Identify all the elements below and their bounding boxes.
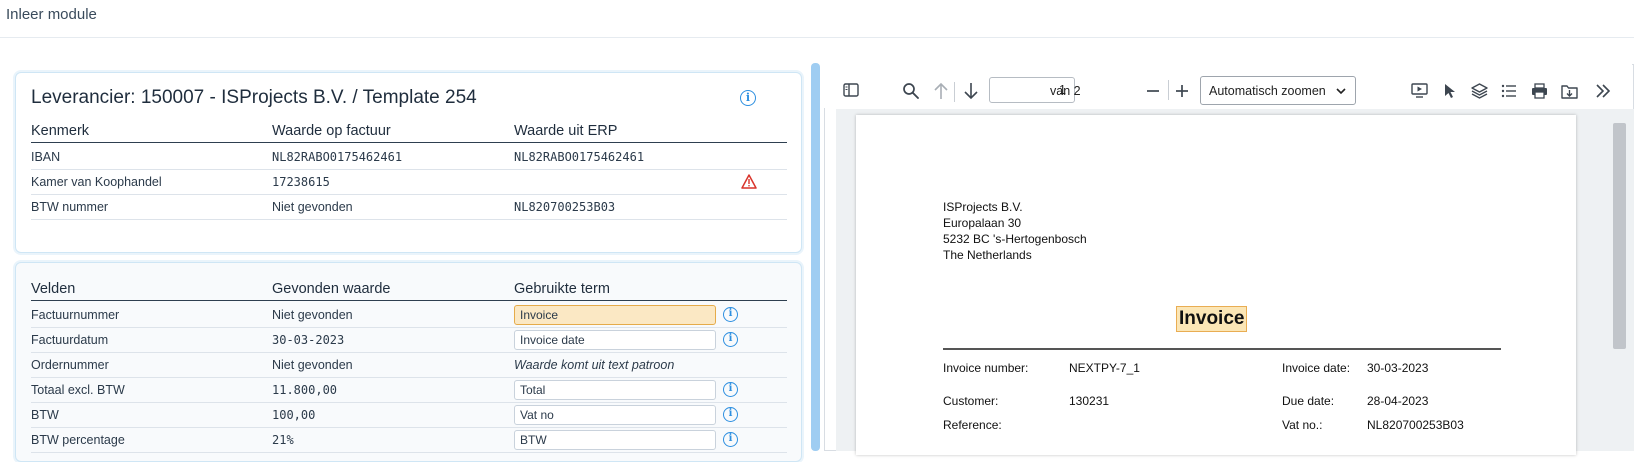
veld-cell: Ordernummer xyxy=(31,358,109,372)
address-line: Europalaan 30 xyxy=(943,216,1022,230)
invoice-field-label: Vat no.: xyxy=(1282,418,1323,432)
zoom-select-value: Automatisch zoomen xyxy=(1209,84,1326,98)
invoice-field-value: NL820700253B03 xyxy=(1367,418,1464,432)
factuur-cell: NL82RABO0175462461 xyxy=(272,150,403,164)
table-row: Totaal excl. BTW 11.800,00 Total i xyxy=(31,378,787,403)
invoice-field-label: Customer: xyxy=(943,394,999,408)
term-input[interactable]: Invoice xyxy=(514,305,716,325)
address-line: ISProjects B.V. xyxy=(943,200,1023,214)
search-icon[interactable] xyxy=(902,82,920,100)
page-count-label: van 2 xyxy=(1050,84,1081,98)
supplier-table-header: Kenmerk Waarde op factuur Waarde uit ERP xyxy=(31,119,787,143)
zoom-select[interactable]: Automatisch zoomen xyxy=(1200,76,1356,105)
veld-cell: BTW xyxy=(31,408,59,422)
term-input[interactable]: Invoice date xyxy=(514,330,716,350)
table-row: BTW 100,00 Vat no i xyxy=(31,403,787,428)
invoice-field-label: Due date: xyxy=(1282,394,1335,408)
viewer-scrollbar[interactable] xyxy=(1613,123,1626,349)
list-icon[interactable] xyxy=(1501,84,1517,98)
kenmerk-cell: IBAN xyxy=(31,150,61,164)
column-header: Velden xyxy=(31,281,76,297)
veld-cell: BTW percentage xyxy=(31,433,125,447)
waarde-cell: 21% xyxy=(272,433,294,447)
waarde-cell: Niet gevonden xyxy=(272,358,353,372)
veld-cell: Factuurdatum xyxy=(31,333,109,347)
supplier-card: Leverancier: 150007 - ISProjects B.V. / … xyxy=(15,72,802,253)
invoice-field-label: Reference: xyxy=(943,418,1002,432)
sidebar-toggle-icon[interactable] xyxy=(843,83,859,97)
table-row: Ordernummer Niet gevonden Waarde komt ui… xyxy=(31,353,787,378)
erp-cell: NL820700253B03 xyxy=(514,200,616,214)
invoice-field-label: Invoice number: xyxy=(943,361,1029,375)
column-header: Waarde uit ERP xyxy=(514,123,618,139)
toolbar-separator xyxy=(1168,80,1169,100)
veld-cell: Totaal excl. BTW xyxy=(31,383,125,397)
info-icon[interactable]: i xyxy=(723,432,738,447)
address-line: The Netherlands xyxy=(943,248,1032,262)
print-icon[interactable] xyxy=(1531,83,1548,99)
column-header: Gevonden waarde xyxy=(272,281,391,297)
top-bar: Inleer module xyxy=(0,0,1634,38)
invoice-heading: Invoice xyxy=(1176,306,1248,332)
table-row: Factuurdatum 30-03-2023 Invoice date i xyxy=(31,328,787,353)
table-row: BTW percentage 21% BTW i xyxy=(31,428,787,453)
waarde-cell: 11.800,00 xyxy=(272,383,338,397)
arrow-down-icon[interactable] xyxy=(963,82,979,100)
fields-table-header: Velden Gevonden waarde Gebruikte term xyxy=(31,277,787,301)
presentation-icon[interactable] xyxy=(1411,83,1428,99)
invoice-field-value: 130231 xyxy=(1069,394,1110,408)
supplier-title: Leverancier: 150007 - ISProjects B.V. / … xyxy=(31,87,477,108)
divider xyxy=(943,348,1501,350)
arrow-up-icon[interactable] xyxy=(933,82,949,100)
table-row: Kamer van Koophandel 17238615 xyxy=(31,170,787,195)
kenmerk-cell: BTW nummer xyxy=(31,200,109,214)
invoice-field-value: 28-04-2023 xyxy=(1367,394,1429,408)
factuur-cell: Niet gevonden xyxy=(272,200,353,214)
erp-cell: NL82RABO0175462461 xyxy=(514,150,645,164)
document-canvas[interactable]: ISProjects B.V. Europalaan 30 5232 BC 's… xyxy=(836,109,1634,455)
column-header: Waarde op factuur xyxy=(272,123,391,139)
info-icon[interactable]: i xyxy=(723,332,738,347)
fields-card: Velden Gevonden waarde Gebruikte term Fa… xyxy=(15,262,802,462)
column-header: Kenmerk xyxy=(31,123,90,139)
table-row: IBAN NL82RABO0175462461 NL82RABO01754624… xyxy=(31,145,787,170)
zoom-out-icon[interactable] xyxy=(1145,85,1161,97)
waarde-cell: 100,00 xyxy=(272,408,316,422)
kenmerk-cell: Kamer van Koophandel xyxy=(31,175,162,189)
waarde-cell: Niet gevonden xyxy=(272,308,353,322)
info-icon[interactable]: i xyxy=(723,407,738,422)
toolbar-separator xyxy=(954,82,955,102)
pdf-page: ISProjects B.V. Europalaan 30 5232 BC 's… xyxy=(856,115,1576,455)
invoice-field-value: 30-03-2023 xyxy=(1367,361,1429,375)
term-text: Waarde komt uit text patroon xyxy=(514,358,675,372)
table-row: Factuurnummer Niet gevonden Invoice i xyxy=(31,303,787,328)
cursor-icon[interactable] xyxy=(1443,83,1457,99)
warning-icon xyxy=(741,174,757,189)
pane-splitter[interactable] xyxy=(811,63,820,451)
waarde-cell: 30-03-2023 xyxy=(272,333,345,347)
term-input[interactable]: Vat no xyxy=(514,405,716,425)
page-title: Inleer module xyxy=(6,6,97,23)
invoice-field-label: Invoice date: xyxy=(1282,361,1351,375)
layers-icon[interactable] xyxy=(1471,83,1488,99)
double-chevron-right-icon[interactable] xyxy=(1595,83,1611,99)
column-header: Gebruikte term xyxy=(514,281,610,297)
factuur-cell: 17238615 xyxy=(272,175,330,189)
zoom-in-icon[interactable] xyxy=(1174,83,1190,99)
download-icon[interactable] xyxy=(1561,83,1578,99)
info-icon[interactable]: i xyxy=(723,307,738,322)
left-pane: Leverancier: 150007 - ISProjects B.V. / … xyxy=(0,62,808,462)
info-icon[interactable]: i xyxy=(723,382,738,397)
table-row: BTW nummer Niet gevonden NL820700253B03 xyxy=(31,195,787,220)
chevron-down-icon xyxy=(1336,88,1346,95)
address-line: 5232 BC 's-Hertogenbosch xyxy=(943,232,1087,246)
veld-cell: Factuurnummer xyxy=(31,308,120,322)
info-icon[interactable]: i xyxy=(740,90,756,106)
invoice-field-value: NEXTPY-7_1 xyxy=(1069,361,1140,375)
term-input[interactable]: BTW xyxy=(514,430,716,450)
term-input[interactable]: Total xyxy=(514,380,716,400)
